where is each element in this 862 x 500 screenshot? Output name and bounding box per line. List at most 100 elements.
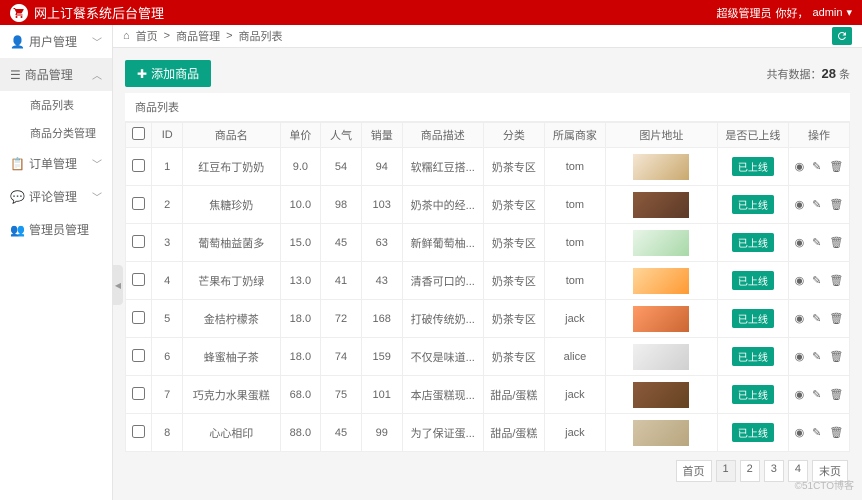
data-panel: 商品列表 ID 商品名 单价 人气 销量 商品描述 分类 所属商家 图片地址 是: [125, 93, 850, 452]
cell-name: 芒果布丁奶绿: [182, 262, 280, 300]
product-image: [633, 268, 689, 294]
cell-desc: 软糯红豆搭...: [402, 148, 483, 186]
sidebar-item-comments[interactable]: 💬评论管理 ﹀: [0, 180, 112, 213]
page-3[interactable]: 3: [764, 460, 784, 482]
cell-status: 已上线: [717, 376, 788, 414]
row-checkbox[interactable]: [132, 349, 145, 362]
breadcrumb-home[interactable]: 首页: [136, 28, 158, 44]
edit-icon[interactable]: ✎: [812, 198, 821, 211]
cell-name: 焦糖珍奶: [182, 186, 280, 224]
cell-merchant: tom: [544, 186, 605, 224]
total-suffix: 条: [836, 69, 850, 81]
cell-id: 2: [152, 186, 183, 224]
delete-icon[interactable]: 🗑: [829, 426, 843, 439]
cell-price: 15.0: [280, 224, 321, 262]
page-2[interactable]: 2: [740, 460, 760, 482]
view-icon[interactable]: ◉: [795, 312, 805, 325]
cell-pop: 45: [321, 224, 362, 262]
view-icon[interactable]: ◉: [795, 236, 805, 249]
cell-cat: 奶茶专区: [483, 262, 544, 300]
delete-icon[interactable]: 🗑: [829, 388, 843, 401]
th-name: 商品名: [182, 123, 280, 148]
cell-cat: 甜品/蛋糕: [483, 414, 544, 452]
row-checkbox[interactable]: [132, 387, 145, 400]
product-image: [633, 420, 689, 446]
cell-status: 已上线: [717, 148, 788, 186]
plus-icon: ✚: [137, 67, 147, 81]
sidebar-item-orders[interactable]: 📋订单管理 ﹀: [0, 147, 112, 180]
view-icon[interactable]: ◉: [795, 388, 805, 401]
main-content: ⌂ 首页 > 商品管理 > 商品列表 ✚ 添加商品 共有数据：28 条 商品列表: [113, 25, 862, 494]
row-checkbox[interactable]: [132, 311, 145, 324]
cell-actions: ◉ ✎ 🗑: [788, 376, 849, 414]
sidebar-item-label: 订单管理: [29, 155, 77, 172]
delete-icon[interactable]: 🗑: [829, 350, 843, 363]
edit-icon[interactable]: ✎: [812, 160, 821, 173]
cell-sales: 63: [361, 224, 402, 262]
view-icon[interactable]: ◉: [795, 274, 805, 287]
cell-actions: ◉ ✎ 🗑: [788, 148, 849, 186]
delete-icon[interactable]: 🗑: [829, 236, 843, 249]
cell-img: [605, 148, 717, 186]
view-icon[interactable]: ◉: [795, 350, 805, 363]
breadcrumb: ⌂ 首页 > 商品管理 > 商品列表: [123, 28, 283, 44]
row-checkbox[interactable]: [132, 159, 145, 172]
cell-merchant: jack: [544, 300, 605, 338]
row-checkbox[interactable]: [132, 425, 145, 438]
product-image: [633, 192, 689, 218]
cell-pop: 54: [321, 148, 362, 186]
refresh-button[interactable]: [832, 27, 852, 45]
cell-desc: 奶茶中的经...: [402, 186, 483, 224]
view-icon[interactable]: ◉: [795, 198, 805, 211]
row-checkbox[interactable]: [132, 197, 145, 210]
header-left: 网上订餐系统后台管理: [10, 3, 164, 22]
cell-id: 8: [152, 414, 183, 452]
cell-id: 5: [152, 300, 183, 338]
delete-icon[interactable]: 🗑: [829, 198, 843, 211]
edit-icon[interactable]: ✎: [812, 426, 821, 439]
sidebar-item-admin[interactable]: 👥管理员管理: [0, 213, 112, 246]
edit-icon[interactable]: ✎: [812, 236, 821, 249]
select-all-checkbox[interactable]: [132, 127, 145, 140]
submenu-item-category[interactable]: 商品分类管理: [20, 119, 112, 147]
cell-price: 88.0: [280, 414, 321, 452]
delete-icon[interactable]: 🗑: [829, 274, 843, 287]
cell-img: [605, 376, 717, 414]
th-merchant: 所属商家: [544, 123, 605, 148]
page-first[interactable]: 首页: [676, 460, 712, 482]
delete-icon[interactable]: 🗑: [829, 160, 843, 173]
edit-icon[interactable]: ✎: [812, 274, 821, 287]
sidebar-item-label: 商品管理: [25, 66, 73, 83]
sidebar-item-products[interactable]: ☰商品管理 ︿: [0, 58, 112, 91]
sidebar-item-label: 用户管理: [29, 33, 77, 50]
product-image: [633, 154, 689, 180]
username[interactable]: admin: [813, 7, 843, 19]
chevron-down-icon[interactable]: ▾: [846, 6, 852, 19]
cell-actions: ◉ ✎ 🗑: [788, 186, 849, 224]
row-checkbox[interactable]: [132, 235, 145, 248]
submenu-item-product-list[interactable]: 商品列表: [20, 91, 112, 119]
row-checkbox[interactable]: [132, 273, 145, 286]
edit-icon[interactable]: ✎: [812, 312, 821, 325]
watermark: ©51CTO博客: [795, 477, 854, 492]
breadcrumb-mid[interactable]: 商品管理: [176, 28, 220, 44]
edit-icon[interactable]: ✎: [812, 350, 821, 363]
delete-icon[interactable]: 🗑: [829, 312, 843, 325]
sidebar: 👤用户管理 ﹀ ☰商品管理 ︿ 商品列表 商品分类管理 📋订单管理 ﹀ 💬评论管…: [0, 25, 113, 500]
th-status: 是否已上线: [717, 123, 788, 148]
edit-icon[interactable]: ✎: [812, 388, 821, 401]
view-icon[interactable]: ◉: [795, 426, 805, 439]
header-right: 超级管理员 你好， admin ▾: [717, 5, 853, 21]
status-badge: 已上线: [732, 157, 774, 176]
view-icon[interactable]: ◉: [795, 160, 805, 173]
sidebar-item-users[interactable]: 👤用户管理 ﹀: [0, 25, 112, 58]
chevron-down-icon: ﹀: [92, 156, 102, 171]
sidebar-collapse-button[interactable]: ◀: [113, 265, 123, 305]
cell-merchant: jack: [544, 376, 605, 414]
app-title: 网上订餐系统后台管理: [34, 3, 164, 22]
cell-cat: 甜品/蛋糕: [483, 376, 544, 414]
page-1[interactable]: 1: [716, 460, 736, 482]
add-product-button[interactable]: ✚ 添加商品: [125, 60, 211, 87]
cell-sales: 159: [361, 338, 402, 376]
cell-id: 3: [152, 224, 183, 262]
